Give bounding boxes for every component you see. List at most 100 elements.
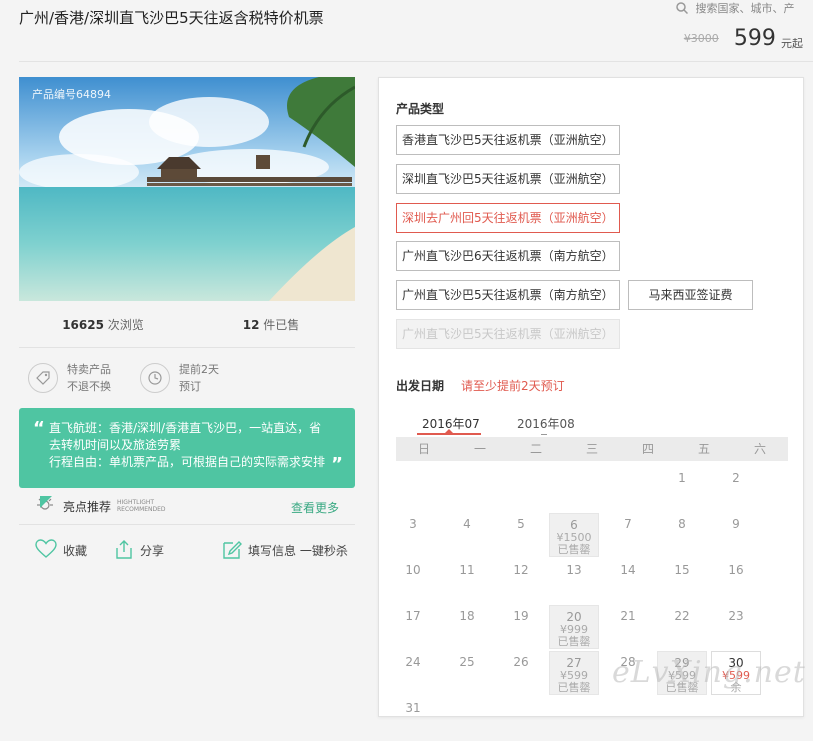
calendar-day: 9 — [711, 513, 761, 557]
calendar-day: 31 — [388, 697, 438, 741]
calendar-day: 11 — [442, 559, 492, 603]
badge1-line2: 不退不换 — [67, 380, 111, 393]
calendar-day: 7 — [603, 513, 653, 557]
product-code: 产品编号64894 — [32, 88, 111, 101]
calendar-day[interactable]: 20 ¥999 已售罄 — [549, 605, 599, 649]
day-number: 14 — [620, 563, 636, 577]
type-option-disabled: 广州直飞沙巴5天往返机票（亚洲航空） — [396, 319, 620, 349]
weekday: 日 — [417, 442, 430, 456]
favorite-button[interactable]: 收藏 — [35, 539, 87, 562]
see-more-link[interactable]: 查看更多 — [291, 499, 339, 516]
type-option[interactable]: 广州直飞沙巴5天往返机票（南方航空） — [396, 280, 620, 310]
sold-count: 12 — [242, 317, 260, 332]
badge2-line2: 预订 — [179, 380, 201, 393]
highlight-line-3: 行程自由：单机票产品，可根据自己的实际需求安排 — [49, 455, 326, 469]
day-status: 已售罄 — [557, 681, 591, 694]
active-month-underline — [417, 433, 481, 435]
day-number: 22 — [674, 609, 690, 623]
price-unit: 元起 — [781, 37, 803, 50]
heart-icon — [35, 539, 57, 562]
weekday: 一 — [473, 442, 486, 456]
day-number: 6 — [570, 518, 578, 532]
sold-label: 件已售 — [263, 317, 300, 332]
day-number: 1 — [678, 471, 686, 485]
visa-fee-option[interactable]: 马来西亚签证费 — [628, 280, 753, 310]
current-price: 599 — [733, 26, 776, 51]
day-number: 10 — [405, 563, 421, 577]
highlight-line-2: 去转机时间以及旅途劳累 — [49, 438, 182, 452]
type-option[interactable]: 深圳直飞沙巴5天往返机票（亚洲航空） — [396, 164, 620, 194]
top-bar: 广州/香港/深圳直飞沙巴5天往返含税特价机票 搜索国家、城市、产 ¥3000 5… — [0, 0, 813, 62]
highlight-box-tail — [40, 496, 52, 508]
day-number: 5 — [517, 517, 525, 531]
type-option[interactable]: 广州直飞沙巴6天往返机票（南方航空） — [396, 241, 620, 271]
search-box[interactable]: 搜索国家、城市、产 — [676, 0, 813, 20]
day-number: 31 — [405, 701, 421, 715]
day-number: 12 — [513, 563, 529, 577]
highlight-en-2: RECOMMENDED — [117, 506, 166, 513]
fill-info-label: 填写信息 一键秒杀 — [248, 544, 348, 558]
calendar-day[interactable]: 27 ¥599 已售罄 — [549, 651, 599, 695]
calendar-day: 21 — [603, 605, 653, 649]
original-price: ¥3000 — [683, 32, 719, 45]
calendar-day: 16 — [711, 559, 761, 603]
month-tab[interactable]: 2016年08 — [517, 415, 575, 432]
day-number: 27 — [566, 656, 582, 670]
quote-close: ” — [331, 454, 343, 475]
day-status: 已售罄 — [557, 635, 591, 648]
calendar-day: 17 — [388, 605, 438, 649]
badge1-line1: 特卖产品 — [67, 363, 111, 376]
calendar-day: 1 — [657, 467, 707, 511]
advance-booking-badge: 提前2天 预订 — [140, 361, 219, 395]
highlight-line-1: 直飞航班：香港/深圳/香港直飞沙巴，一站直达，省 — [49, 421, 322, 435]
day-number: 21 — [620, 609, 636, 623]
calendar-day: 3 — [388, 513, 438, 557]
sold-stat: 12 件已售 — [187, 316, 355, 333]
highlight-en: HIGHTLIGHT RECOMMENDED — [117, 499, 166, 513]
calendar-day: 18 — [442, 605, 492, 649]
day-number: 3 — [409, 517, 417, 531]
day-number: 15 — [674, 563, 690, 577]
share-button[interactable]: 分享 — [114, 539, 164, 562]
search-icon — [676, 1, 689, 17]
type-option[interactable]: 香港直飞沙巴5天往返机票（亚洲航空） — [396, 125, 620, 155]
day-number: 26 — [513, 655, 529, 669]
product-photo: 产品编号64894 — [19, 77, 355, 301]
weekday-header: 日 一 二 三 四 五 六 — [396, 437, 788, 461]
header-divider — [19, 61, 813, 62]
calendar-day: 14 — [603, 559, 653, 603]
calendar-day: 4 — [442, 513, 492, 557]
calendar-day: 25 — [442, 651, 492, 695]
calendar-day: 24 — [388, 651, 438, 695]
search-input[interactable]: 搜索国家、城市、产 — [696, 2, 795, 15]
day-number: 13 — [566, 563, 582, 577]
day-number: 16 — [728, 563, 744, 577]
quote-open: “ — [33, 418, 45, 439]
views-label: 次浏览 — [107, 317, 144, 332]
departure-date-label: 出发日期 — [396, 379, 445, 393]
calendar-day: 26 — [496, 651, 546, 695]
calendar-day: 8 — [657, 513, 707, 557]
calendar-day: 13 — [549, 559, 599, 603]
day-number: 9 — [732, 517, 740, 531]
clock-icon — [140, 363, 170, 393]
day-number: 2 — [732, 471, 740, 485]
calendar-day[interactable]: 6 ¥1500 已售罄 — [549, 513, 599, 557]
fill-info-button[interactable]: 填写信息 一键秒杀 — [222, 539, 348, 562]
calendar-day: 23 — [711, 605, 761, 649]
highlight-en-1: HIGHTLIGHT — [117, 499, 155, 506]
advance-note: 请至少提前2天预订 — [461, 379, 565, 393]
stats-row: 16625 次浏览 12 件已售 — [19, 301, 355, 347]
booking-panel: 产品类型 香港直飞沙巴5天往返机票（亚洲航空） 深圳直飞沙巴5天往返机票（亚洲航… — [378, 77, 804, 717]
favorite-label: 收藏 — [63, 544, 88, 558]
weekday: 四 — [641, 442, 654, 456]
type-option-selected[interactable]: 深圳去广州回5天往返机票（亚洲航空） — [396, 203, 620, 233]
calendar-day: 10 — [388, 559, 438, 603]
share-label: 分享 — [140, 544, 165, 558]
calendar-day: 19 — [496, 605, 546, 649]
calendar-day: 22 — [657, 605, 707, 649]
special-offer-badge: 特卖产品 不退不换 — [28, 361, 111, 395]
month-tab-tick — [541, 434, 547, 435]
badge-row: 特卖产品不退不换 提前2天 预订 — [19, 348, 355, 408]
action-row: 收藏 分享 填写信息 一键秒杀 — [19, 525, 355, 581]
